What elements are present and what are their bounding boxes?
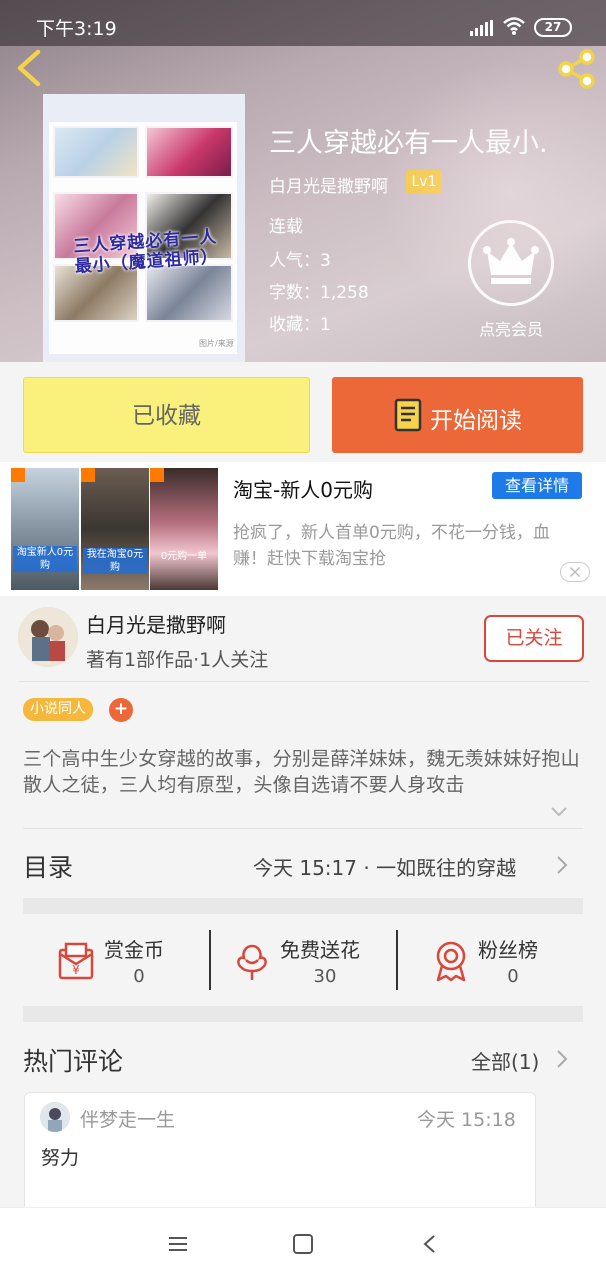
author-section[interactable]: 白月光是撒野啊 著有1部作品·1人关注 已关注: [0, 597, 606, 681]
book-author[interactable]: 白月光是撒野啊: [269, 172, 388, 197]
ad-detail-button[interactable]: 查看详情: [492, 472, 582, 499]
book-favorites: 收藏：1: [269, 315, 331, 335]
tag-novel-fanfic[interactable]: 小说同人: [23, 698, 93, 721]
ad-image-1-caption: 淘宝新人0元购: [13, 546, 77, 572]
stat-reward-coins[interactable]: ¥ 赏金币 0: [54, 930, 194, 990]
stat-separator: [209, 930, 211, 990]
stat-label: 赏金币: [104, 938, 164, 962]
book-synopsis[interactable]: 三个高中生少女穿越的故事，分别是薛洋妹妹，魏无羡妹妹好抱山散人之徒，三人均有原型…: [23, 746, 589, 798]
battery-indicator: 27: [534, 18, 572, 37]
author-name[interactable]: 白月光是撒野啊: [86, 609, 226, 638]
vip-button[interactable]: [468, 220, 554, 306]
ad-title[interactable]: 淘宝-新人0元购: [233, 474, 373, 503]
medal-icon: [436, 941, 466, 982]
cover-artwork: 三人穿越必有一人最小（魔道祖师） 图片/来源: [49, 122, 237, 354]
stat-value: 30: [313, 966, 337, 987]
stat-free-flowers[interactable]: 免费送花 30: [234, 930, 384, 990]
all-comments-link[interactable]: 全部(1): [471, 1046, 539, 1075]
red-envelope-icon: ¥: [58, 942, 94, 980]
crown-icon: [483, 238, 539, 284]
back-arrow-icon[interactable]: [12, 48, 48, 88]
author-level-badge: Lv1: [406, 170, 442, 194]
section-separator: [23, 898, 583, 914]
start-reading-button[interactable]: 开始阅读: [332, 377, 583, 453]
cover-caption: 图片/来源: [199, 339, 234, 348]
stat-label: 免费送花: [280, 938, 360, 962]
ad-image-3-caption: 0元购一单: [160, 551, 208, 562]
book-icon: [394, 398, 422, 432]
status-bar: 下午3:19 27: [0, 0, 606, 46]
comment-time: 今天 15:18: [417, 1109, 516, 1131]
ad-image-2[interactable]: 我在淘宝0元购: [81, 468, 149, 590]
wifi-icon: [503, 17, 525, 35]
toc-title[interactable]: 目录: [23, 848, 73, 884]
stat-fan-ranking[interactable]: 粉丝榜 0: [432, 930, 562, 990]
chevron-right-icon[interactable]: [556, 855, 568, 875]
ad-banner[interactable]: 淘宝新人0元购 我在淘宝0元购 0元购一单 淘宝-新人0元购 查看详情 抢疯了，…: [0, 462, 606, 596]
vip-label: 点亮会员: [478, 320, 543, 339]
divider: [23, 828, 583, 829]
ad-image-3[interactable]: 0元购一单: [150, 468, 218, 590]
stat-separator: [396, 930, 398, 990]
stat-label: 粉丝榜: [478, 938, 538, 962]
stat-value: 0: [133, 966, 145, 987]
menu-icon[interactable]: [168, 1236, 188, 1252]
system-nav-bar: [0, 1207, 606, 1280]
author-avatar[interactable]: [18, 607, 78, 667]
book-status: 连载: [269, 217, 303, 237]
avatar-illustration: [40, 1102, 70, 1132]
chevron-right-icon[interactable]: [556, 1049, 568, 1069]
ad-image-1[interactable]: 淘宝新人0元购: [11, 468, 79, 590]
ad-image-2-caption: 我在淘宝0元购: [83, 548, 147, 574]
book-cover[interactable]: 三人穿越必有一人最小（魔道祖师） 图片/来源: [43, 94, 245, 362]
ad-description: 抢疯了，新人首单0元购，不花一分钱，血赚！赶快下载淘宝抢: [233, 523, 550, 569]
flower-icon: [237, 944, 267, 980]
start-reading-label: 开始阅读: [430, 408, 522, 434]
add-tag-button[interactable]: +: [109, 698, 133, 722]
signal-icon: [470, 20, 494, 36]
home-icon[interactable]: [293, 1234, 313, 1254]
hot-comments-title: 热门评论: [23, 1047, 124, 1076]
share-icon[interactable]: [554, 48, 598, 90]
comment-text: 努力: [41, 1147, 80, 1169]
chevron-down-icon[interactable]: [550, 806, 568, 818]
commenter-name[interactable]: 伴梦走一生: [80, 1105, 175, 1132]
book-title: 三人穿越必有一人最小.: [269, 128, 548, 159]
back-icon[interactable]: [422, 1234, 436, 1254]
author-stats: 著有1部作品·1人关注: [86, 649, 269, 671]
svg-text:¥: ¥: [72, 963, 80, 977]
section-separator: [23, 1006, 583, 1022]
follow-button[interactable]: 已关注: [484, 615, 584, 662]
avatar-illustration: [18, 607, 78, 667]
commenter-avatar[interactable]: [40, 1102, 70, 1132]
divider: [18, 681, 590, 682]
close-icon[interactable]: [560, 562, 590, 582]
book-word-count: 字数：1,258: [269, 283, 369, 303]
collected-button[interactable]: 已收藏: [23, 377, 310, 453]
status-time: 下午3:19: [36, 18, 117, 40]
stat-value: 0: [507, 966, 519, 987]
book-popularity: 人气：3: [269, 251, 331, 271]
book-header: 下午3:19 27 三人穿越必有一人最小（魔道祖师） 图片/来源 三人穿越必有一…: [0, 0, 606, 362]
toc-latest-chapter[interactable]: 今天 15:17 · 一如既往的穿越: [253, 852, 516, 881]
